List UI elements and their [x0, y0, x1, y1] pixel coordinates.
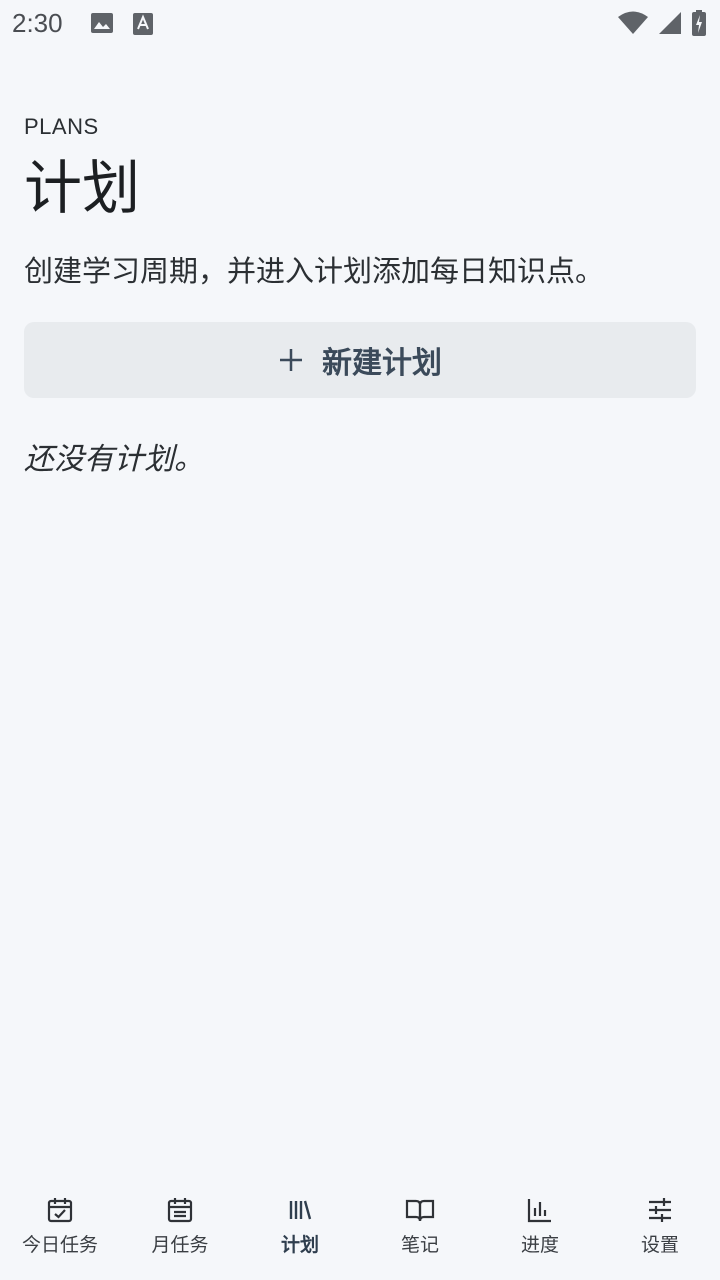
page-subtitle: 创建学习周期，并进入计划添加每日知识点。 [24, 254, 605, 288]
status-time: 2:30 [12, 8, 63, 38]
nav-item-notes[interactable]: 笔记 [360, 1180, 480, 1280]
nav-label: 设置 [640, 1234, 679, 1256]
calendar-list-icon [166, 1194, 194, 1226]
nav-item-today[interactable]: 今日任务 [0, 1180, 120, 1280]
plus-icon [278, 347, 304, 373]
library-icon [286, 1194, 314, 1226]
bottom-nav: 今日任务 月任务 计划 笔记 进度 设置 [0, 1180, 720, 1280]
nav-label: 进度 [520, 1234, 559, 1256]
nav-item-month[interactable]: 月任务 [120, 1180, 240, 1280]
nav-item-plans[interactable]: 计划 [240, 1180, 360, 1280]
image-icon [90, 12, 114, 40]
nav-label: 今日任务 [21, 1234, 98, 1256]
font-download-icon [132, 12, 154, 40]
calendar-check-icon [46, 1194, 74, 1226]
nav-label: 笔记 [400, 1234, 439, 1256]
signal-icon [658, 11, 682, 39]
nav-label: 月任务 [151, 1234, 209, 1256]
wifi-icon [618, 11, 648, 39]
bar-chart-icon [526, 1194, 554, 1226]
nav-label: 计划 [280, 1234, 319, 1256]
sliders-icon [646, 1194, 674, 1226]
battery-icon [692, 10, 706, 40]
nav-item-settings[interactable]: 设置 [600, 1180, 720, 1280]
status-bar: 2:30 [0, 0, 720, 50]
section-eyebrow: PLANS [24, 114, 99, 139]
new-plan-label: 新建计划 [322, 346, 442, 381]
page-title: 计划 [24, 154, 141, 222]
new-plan-button[interactable]: 新建计划 [24, 322, 696, 398]
nav-item-progress[interactable]: 进度 [480, 1180, 600, 1280]
book-open-icon [405, 1194, 435, 1226]
empty-state-text: 还没有计划。 [24, 442, 204, 477]
